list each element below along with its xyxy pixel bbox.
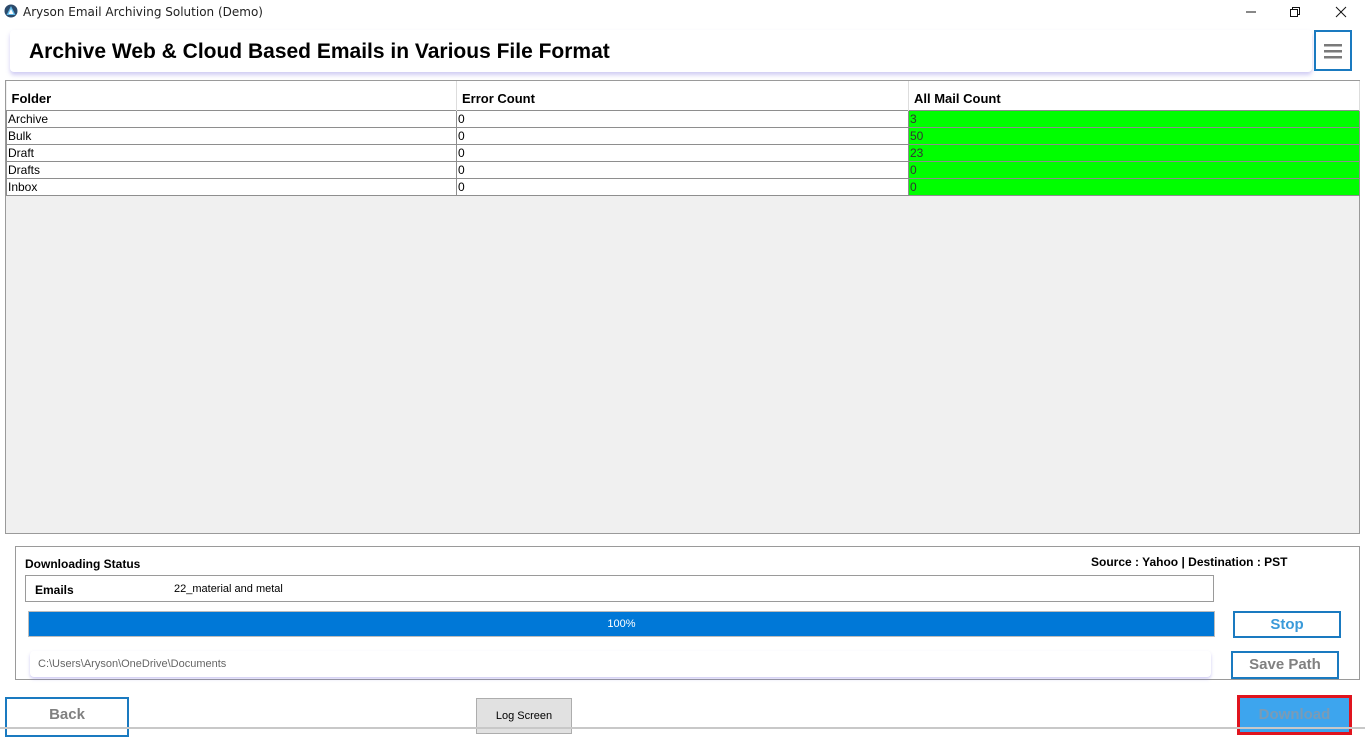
folder-cell: Drafts — [6, 160, 457, 179]
table-row[interactable]: Bulk 0 50 — [6, 126, 1360, 145]
stop-button[interactable]: Stop — [1233, 611, 1341, 638]
source-destination-label: Source : Yahoo | Destination : PST — [1091, 555, 1288, 569]
minimize-icon — [1246, 11, 1256, 13]
folder-cell: Inbox — [6, 177, 457, 196]
hamburger-menu-icon — [1324, 43, 1342, 58]
save-path-value: C:\Users\Aryson\OneDrive\Documents — [38, 658, 227, 670]
all-mail-count-cell: 0 — [908, 160, 1360, 179]
error-count-cell: 0 — [456, 109, 909, 128]
page-title: Archive Web & Cloud Based Emails in Vari… — [29, 40, 610, 63]
column-header-folder[interactable]: Folder — [6, 81, 457, 110]
back-button[interactable]: Back — [5, 697, 129, 737]
table-row[interactable]: Draft 0 23 — [6, 143, 1360, 162]
restore-icon — [1290, 7, 1300, 17]
error-count-cell: 0 — [456, 143, 909, 162]
menu-button[interactable] — [1314, 30, 1352, 71]
error-count-cell: 0 — [456, 126, 909, 145]
maximize-button[interactable] — [1272, 0, 1318, 24]
save-path-button[interactable]: Save Path — [1231, 651, 1339, 679]
all-mail-count-cell: 50 — [908, 126, 1360, 145]
folder-table: Folder Error Count All Mail Count Archiv… — [6, 81, 1360, 196]
table-header-row: Folder Error Count All Mail Count — [6, 81, 1360, 110]
close-button[interactable] — [1318, 0, 1364, 24]
emails-status-box: Emails 22_material and metal — [25, 575, 1214, 602]
folder-cell: Bulk — [6, 126, 457, 145]
downloading-status-label: Downloading Status — [25, 557, 141, 571]
table-row[interactable]: Archive 0 3 — [6, 109, 1360, 128]
title-bar: Aryson Email Archiving Solution (Demo) — [0, 0, 1365, 26]
table-row[interactable]: Inbox 0 0 — [6, 177, 1360, 196]
minimize-button[interactable] — [1228, 0, 1274, 24]
window-title: Aryson Email Archiving Solution (Demo) — [23, 5, 263, 19]
close-icon — [1335, 6, 1347, 18]
download-button[interactable]: Download — [1237, 695, 1352, 735]
save-path-field[interactable]: C:\Users\Aryson\OneDrive\Documents — [30, 651, 1211, 677]
error-count-cell: 0 — [456, 160, 909, 179]
all-mail-count-cell: 0 — [908, 177, 1360, 196]
download-progress-bar: 100% — [28, 611, 1215, 637]
error-count-cell: 0 — [456, 177, 909, 196]
emails-label: Emails — [35, 583, 74, 597]
current-email-value: 22_material and metal — [174, 583, 283, 595]
column-header-error-count[interactable]: Error Count — [456, 81, 909, 110]
folder-cell: Draft — [6, 143, 457, 162]
header-banner: Archive Web & Cloud Based Emails in Vari… — [10, 30, 1312, 72]
folder-cell: Archive — [6, 109, 457, 128]
table-row[interactable]: Drafts 0 0 — [6, 160, 1360, 179]
downloading-status-panel: Downloading Status Source : Yahoo | Dest… — [15, 546, 1360, 680]
column-header-all-mail-count[interactable]: All Mail Count — [908, 81, 1360, 110]
all-mail-count-cell: 3 — [908, 109, 1360, 128]
folder-grid[interactable]: Folder Error Count All Mail Count Archiv… — [5, 80, 1360, 534]
all-mail-count-cell: 23 — [908, 143, 1360, 162]
progress-percent-text: 100% — [607, 618, 636, 630]
app-logo-icon — [4, 4, 18, 18]
